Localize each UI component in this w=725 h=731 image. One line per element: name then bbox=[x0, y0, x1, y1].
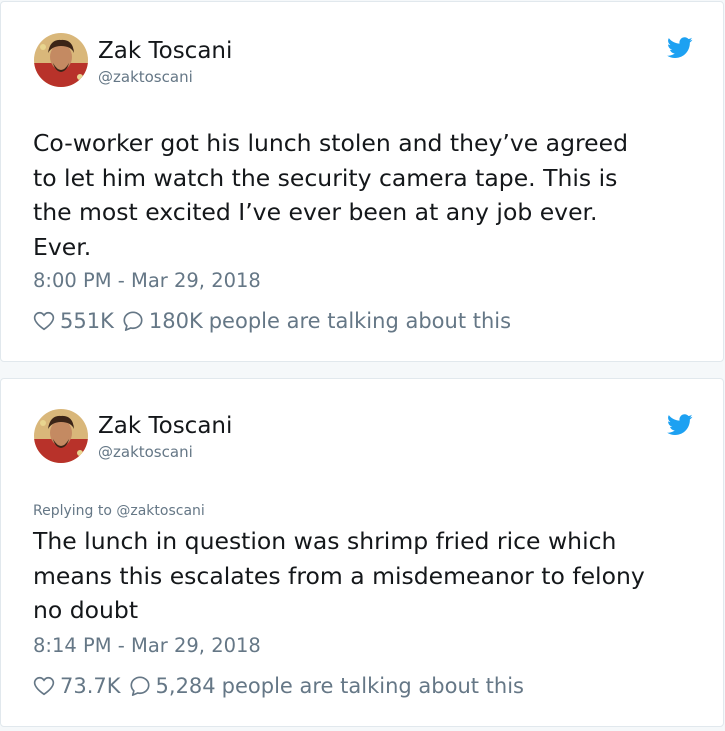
timestamp[interactable]: 8:00 PM - Mar 29, 2018 bbox=[33, 269, 261, 293]
twitter-bird-icon[interactable] bbox=[667, 37, 693, 59]
speech-bubble-icon[interactable] bbox=[122, 310, 144, 332]
tweet-text-line: Co-worker got his lunch stolen and they’… bbox=[33, 129, 628, 157]
replying-to-label[interactable]: Replying to @zaktoscani bbox=[33, 502, 205, 520]
timestamp[interactable]: 8:14 PM - Mar 29, 2018 bbox=[33, 634, 261, 658]
author-name[interactable]: Zak Toscani bbox=[98, 412, 232, 440]
like-count[interactable]: 551K bbox=[60, 308, 114, 334]
tweet-text-line: The lunch in question was shrimp fried r… bbox=[33, 527, 617, 555]
twitter-bird-icon[interactable] bbox=[667, 414, 693, 436]
heart-icon[interactable] bbox=[33, 675, 55, 697]
reply-count[interactable]: 5,284 bbox=[156, 673, 216, 699]
like-count[interactable]: 73.7K bbox=[60, 673, 121, 699]
speech-bubble-icon[interactable] bbox=[129, 675, 151, 697]
heart-icon[interactable] bbox=[33, 310, 55, 332]
engagement-stats: 73.7K 5,284 people are talking about thi… bbox=[33, 673, 524, 699]
tweet-text-line: the most excited I’ve ever been at any j… bbox=[33, 198, 598, 226]
avatar[interactable] bbox=[34, 409, 88, 463]
tweet-text-line: Ever. bbox=[33, 232, 92, 261]
reply-count[interactable]: 180K bbox=[149, 308, 203, 334]
tweet-text-line: to let him watch the security camera tap… bbox=[33, 163, 618, 192]
author-handle[interactable]: @zaktoscani bbox=[98, 68, 193, 86]
author-handle[interactable]: @zaktoscani bbox=[98, 443, 193, 461]
tweet-card: Zak Toscani @zaktoscani Replying to @zak… bbox=[0, 378, 724, 727]
avatar[interactable] bbox=[34, 33, 88, 87]
engagement-stats: 551K 180K people are talking about this bbox=[33, 308, 511, 334]
tweet-text: Co-worker got his lunch stolen and they’… bbox=[33, 126, 693, 264]
tweet-text: The lunch in question was shrimp fried r… bbox=[33, 524, 693, 628]
talking-label[interactable]: people are talking about this bbox=[222, 673, 524, 699]
author-name[interactable]: Zak Toscani bbox=[98, 37, 232, 65]
tweet-card: Zak Toscani @zaktoscani Co-worker got hi… bbox=[0, 1, 724, 362]
tweet-text-line: means this escalates from a misdemeanor … bbox=[33, 561, 645, 590]
talking-label[interactable]: people are talking about this bbox=[209, 308, 511, 334]
tweet-text-line: no doubt bbox=[33, 596, 139, 624]
